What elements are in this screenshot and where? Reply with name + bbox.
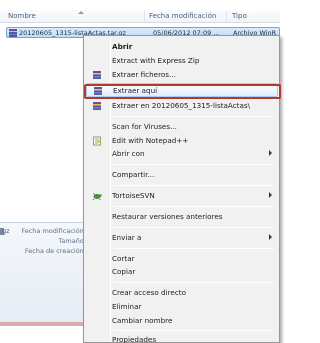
menu-separator xyxy=(114,116,274,117)
menu-item-label: Extract with Express Zip xyxy=(112,56,200,65)
menu-item-abrir-con[interactable]: Abrir con xyxy=(86,147,278,161)
submenu-arrow-icon xyxy=(269,234,272,240)
menu-separator xyxy=(114,282,274,283)
details-created-label: Fecha de creación: xyxy=(24,247,86,255)
submenu-arrow-icon xyxy=(269,150,272,156)
sort-arrow-icon xyxy=(78,11,84,14)
column-date[interactable]: Fecha modificación xyxy=(149,12,216,20)
submenu-arrow-icon xyxy=(269,192,272,198)
menu-item-copiar[interactable]: Copiar xyxy=(86,265,278,279)
highlight-annotation-box xyxy=(84,84,281,99)
menu-item-label: Restaurar versiones anteriores xyxy=(112,212,223,221)
details-icon-letters: gz xyxy=(2,227,10,235)
menu-separator xyxy=(114,185,274,186)
menu-item-label: Propiedades xyxy=(112,335,157,343)
menu-item-crear-acceso[interactable]: Crear acceso directo xyxy=(86,286,278,300)
menu-item-label: Scan for Viruses... xyxy=(112,122,177,131)
menu-separator xyxy=(114,248,274,249)
menu-item-cortar[interactable]: Cortar xyxy=(86,252,278,266)
menu-item-express-zip[interactable]: Extract with Express Zip xyxy=(86,54,278,68)
menu-item-abrir[interactable]: Abrir xyxy=(86,40,278,54)
menu-item-label: Eliminar xyxy=(112,302,142,311)
archive-file-icon xyxy=(9,29,17,37)
context-menu: Abrir Extract with Express Zip Extraer f… xyxy=(83,35,281,343)
column-type[interactable]: Tipo xyxy=(232,12,247,20)
menu-item-scan-viruses[interactable]: Scan for Viruses... xyxy=(86,120,278,134)
menu-item-tortoisesvn[interactable]: TortoiseSVN xyxy=(86,189,278,203)
menu-item-extraer-ficheros[interactable]: Extraer ficheros... xyxy=(86,68,278,82)
torn-edge-shadow xyxy=(0,322,94,326)
menu-item-propiedades[interactable]: Propiedades xyxy=(86,333,278,343)
details-pane: gz Fecha modificación: Tamaño: Fecha de … xyxy=(0,222,92,326)
column-divider[interactable] xyxy=(144,11,145,22)
menu-item-label: Abrir con xyxy=(112,149,145,158)
menu-item-label: Cambiar nombre xyxy=(112,316,173,325)
winrar-icon xyxy=(93,71,101,79)
menu-item-label: Extraer en 20120605_1315-listaActas\ xyxy=(112,101,251,110)
menu-item-label: Enviar a xyxy=(112,233,142,242)
menu-item-label: Copiar xyxy=(112,267,136,276)
menu-item-label: Compartir... xyxy=(112,170,155,179)
column-divider[interactable] xyxy=(226,11,227,22)
winrar-icon xyxy=(93,102,101,110)
menu-separator xyxy=(114,227,274,228)
menu-item-eliminar[interactable]: Eliminar xyxy=(86,300,278,314)
menu-item-label: Crear acceso directo xyxy=(112,288,186,297)
column-name[interactable]: Nombre xyxy=(8,12,36,20)
menu-item-notepad[interactable]: Edit with Notepad++ xyxy=(86,134,278,148)
menu-item-label: Extraer ficheros... xyxy=(112,70,176,79)
menu-item-label: Edit with Notepad++ xyxy=(112,136,189,145)
details-modified-label: Fecha modificación: xyxy=(21,227,86,235)
tortoise-icon xyxy=(92,193,102,201)
menu-separator xyxy=(114,206,274,207)
menu-item-extraer-en[interactable]: Extraer en 20120605_1315-listaActas\ xyxy=(86,99,278,113)
menu-item-label: TortoiseSVN xyxy=(112,191,155,200)
column-header-bar: Nombre Fecha modificación Tipo xyxy=(0,10,280,23)
menu-item-restaurar[interactable]: Restaurar versiones anteriores xyxy=(86,210,278,224)
menu-item-label: Abrir xyxy=(112,42,133,51)
menu-item-enviar-a[interactable]: Enviar a xyxy=(86,231,278,245)
menu-separator xyxy=(114,330,274,331)
menu-item-label: Cortar xyxy=(112,254,135,263)
menu-item-cambiar-nombre[interactable]: Cambiar nombre xyxy=(86,314,278,328)
menu-item-compartir[interactable]: Compartir... xyxy=(86,168,278,182)
menu-separator xyxy=(114,164,274,165)
details-size-label: Tamaño: xyxy=(58,237,86,245)
notepad-plus-plus-icon xyxy=(93,136,102,146)
